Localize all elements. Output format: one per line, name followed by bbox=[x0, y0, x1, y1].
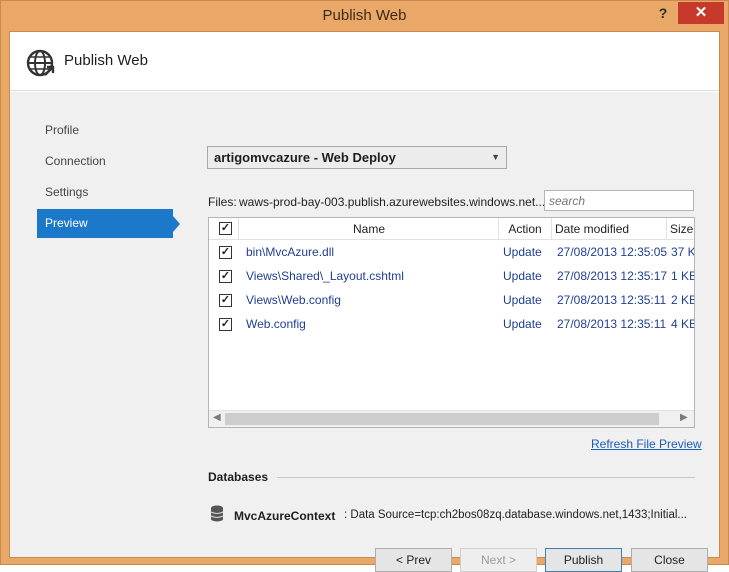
window-close-button[interactable]: ✕ bbox=[678, 2, 724, 24]
column-header-name[interactable]: Name bbox=[353, 222, 385, 236]
table-row[interactable]: ✓ Views\Shared\_Layout.cshtml Update 27/… bbox=[209, 264, 694, 288]
window-title: Publish Web bbox=[322, 7, 407, 24]
file-action: Update bbox=[503, 245, 542, 259]
prev-button[interactable]: < Prev bbox=[375, 548, 452, 572]
next-button[interactable]: Next > bbox=[460, 548, 537, 572]
close-button[interactable]: Close bbox=[631, 548, 708, 572]
nav-active-pointer bbox=[173, 216, 180, 232]
publish-web-window: Publish Web ? ✕ Publish Web Profile Conn… bbox=[0, 0, 729, 572]
dialog-client-area: Publish Web Profile Connection Settings … bbox=[9, 31, 720, 572]
grid-header: ✓ Name Action Date modified Size bbox=[209, 218, 694, 240]
file-name: bin\MvcAzure.dll bbox=[246, 245, 335, 259]
column-header-action[interactable]: Action bbox=[499, 222, 551, 236]
column-header-date-modified[interactable]: Date modified bbox=[555, 222, 629, 236]
file-action: Update bbox=[503, 293, 542, 307]
files-destination-path: waws-prod-bay-003.publish.azurewebsites.… bbox=[239, 195, 544, 209]
file-size: 2 KB bbox=[671, 293, 694, 307]
horizontal-scrollbar[interactable]: ◀ ▶ bbox=[209, 410, 694, 427]
column-header-size[interactable]: Size bbox=[670, 222, 693, 236]
file-name: Views\Web.config bbox=[246, 293, 341, 307]
nav-item-preview[interactable]: Preview bbox=[37, 209, 173, 238]
title-bar[interactable]: Publish Web ? ✕ bbox=[1, 1, 728, 31]
table-row[interactable]: ✓ Web.config Update 27/08/2013 12:35:11 … bbox=[209, 312, 694, 336]
dialog-body: Profile Connection Settings Preview arti… bbox=[10, 92, 719, 572]
file-date-modified: 27/08/2013 12:35:11 bbox=[557, 293, 667, 307]
file-date-modified: 27/08/2013 12:35:11 bbox=[557, 317, 667, 331]
help-button[interactable]: ? bbox=[649, 3, 677, 25]
file-name: Web.config bbox=[246, 317, 306, 331]
table-row[interactable]: ✓ Views\Web.config Update 27/08/2013 12:… bbox=[209, 288, 694, 312]
databases-heading: Databases bbox=[208, 470, 269, 484]
files-label: Files: bbox=[208, 195, 237, 209]
dialog-header-title: Publish Web bbox=[64, 52, 148, 69]
scrollbar-thumb[interactable] bbox=[225, 413, 659, 425]
select-all-checkbox[interactable]: ✓ bbox=[219, 222, 232, 235]
scroll-left-icon[interactable]: ◀ bbox=[213, 412, 221, 423]
profile-dropdown[interactable]: artigomvcazure - Web Deploy ▼ bbox=[207, 146, 507, 169]
file-search-input[interactable] bbox=[544, 190, 694, 211]
chevron-down-icon: ▼ bbox=[491, 152, 500, 162]
file-size: 1 KB bbox=[671, 269, 694, 283]
file-preview-grid: ✓ Name Action Date modified Size ✓ bin\M… bbox=[208, 217, 695, 428]
database-icon bbox=[210, 505, 224, 522]
nav-item-settings[interactable]: Settings bbox=[37, 178, 173, 207]
nav-item-connection[interactable]: Connection bbox=[37, 147, 173, 176]
column-divider bbox=[238, 218, 239, 240]
scroll-right-icon[interactable]: ▶ bbox=[680, 412, 688, 423]
file-action: Update bbox=[503, 269, 542, 283]
databases-divider bbox=[277, 477, 695, 478]
file-size: 37 KB bbox=[671, 245, 694, 259]
file-date-modified: 27/08/2013 12:35:05 bbox=[557, 245, 668, 259]
column-divider bbox=[551, 218, 552, 240]
nav-item-profile[interactable]: Profile bbox=[37, 116, 173, 145]
column-divider bbox=[666, 218, 667, 240]
row-checkbox[interactable]: ✓ bbox=[219, 246, 232, 259]
file-name: Views\Shared\_Layout.cshtml bbox=[246, 269, 404, 283]
publish-button[interactable]: Publish bbox=[545, 548, 622, 572]
row-checkbox[interactable]: ✓ bbox=[219, 270, 232, 283]
database-name: MvcAzureContext bbox=[234, 509, 336, 523]
profile-dropdown-value: artigomvcazure - Web Deploy bbox=[214, 150, 396, 165]
table-row[interactable]: ✓ bin\MvcAzure.dll Update 27/08/2013 12:… bbox=[209, 240, 694, 264]
database-connection-string: : Data Source=tcp:ch2bos08zq.database.wi… bbox=[344, 509, 687, 521]
refresh-file-preview-link[interactable]: Refresh File Preview bbox=[591, 437, 702, 451]
row-checkbox[interactable]: ✓ bbox=[219, 294, 232, 307]
row-checkbox[interactable]: ✓ bbox=[219, 318, 232, 331]
dialog-header: Publish Web bbox=[10, 32, 719, 91]
globe-publish-icon bbox=[26, 49, 55, 77]
file-date-modified: 27/08/2013 12:35:17 bbox=[557, 269, 668, 283]
file-action: Update bbox=[503, 317, 542, 331]
file-size: 4 KB bbox=[671, 317, 694, 331]
